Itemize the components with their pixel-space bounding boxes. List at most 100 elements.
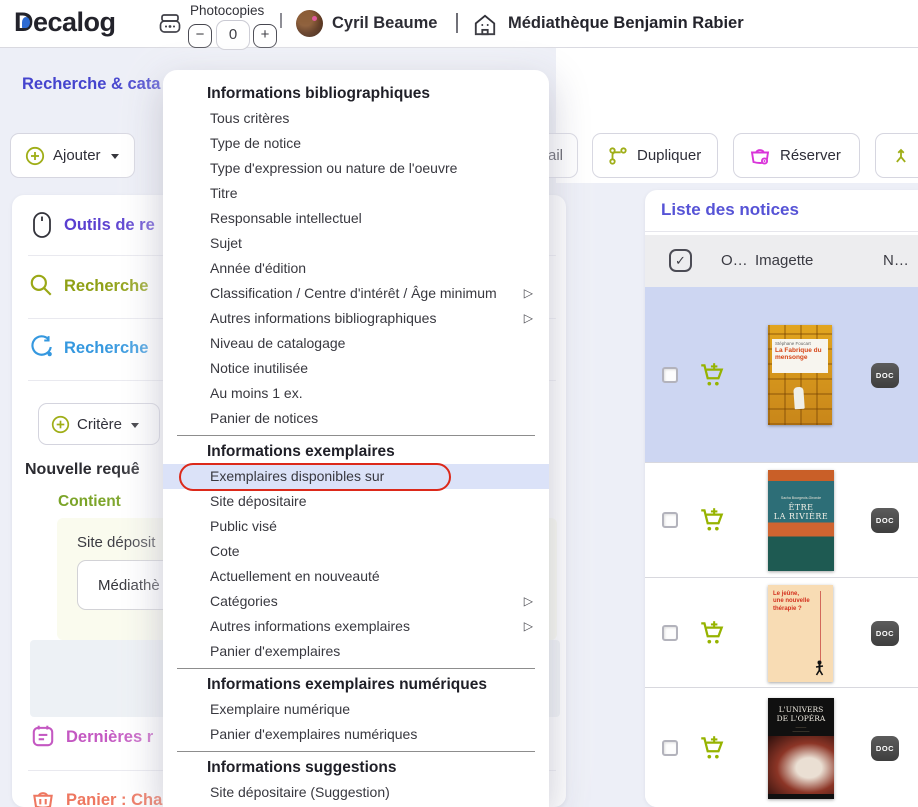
row-checkbox[interactable] — [662, 367, 678, 383]
column-header-o[interactable]: O… — [721, 252, 748, 269]
add-to-cart-icon[interactable] — [698, 506, 726, 533]
user-avatar[interactable] — [296, 10, 323, 37]
menu-item-responsable-intellectuel[interactable]: Responsable intellectuel — [163, 206, 549, 231]
chevron-down-icon — [131, 423, 139, 428]
menu-item-exemplaire-numerique[interactable]: Exemplaire numérique — [163, 697, 549, 722]
menu-item-notice-inutilisee[interactable]: Notice inutilisée — [163, 356, 549, 381]
menu-item-public-vise[interactable]: Public visé — [163, 514, 549, 539]
menu-item-site-depositaire[interactable]: Site dépositaire — [163, 489, 549, 514]
menu-section-header: Informations exemplaires numériques — [163, 673, 549, 697]
row-checkbox[interactable] — [662, 625, 678, 641]
app-window: Decalog Photocopies − 0 + Cyril Beaume — [0, 0, 918, 807]
section-dernieres-recherches[interactable]: Dernières r — [66, 728, 153, 747]
fusionner-button-fragment[interactable]: F — [875, 133, 918, 178]
section-recherche-simple[interactable]: Recherche — [64, 277, 148, 296]
submenu-arrow-icon: ▷ — [524, 589, 533, 614]
menu-item-panier-exemplaires[interactable]: Panier d'exemplaires — [163, 639, 549, 664]
notices-title: Liste des notices — [661, 200, 799, 220]
branch-icon — [607, 145, 629, 167]
menu-item-type-de-notice[interactable]: Type de notice — [163, 131, 549, 156]
photocopies-increment-button[interactable]: + — [253, 24, 277, 48]
doc-badge: DOC — [871, 736, 899, 761]
menu-item-titre[interactable]: Titre — [163, 181, 549, 206]
divider — [645, 231, 918, 232]
menu-item-categories[interactable]: Catégories ▷ — [163, 589, 549, 614]
menu-item-actuellement-en-nouveaute[interactable]: Actuellement en nouveauté — [163, 564, 549, 589]
ajouter-label: Ajouter — [53, 147, 101, 164]
reserver-label: Réserver — [780, 147, 841, 164]
header-separator — [280, 13, 282, 28]
section-recherche-avancee[interactable]: Recherche — [64, 339, 148, 358]
menu-divider — [177, 435, 535, 436]
menu-item-autres-infos-exemplaires[interactable]: Autres informations exemplaires ▷ — [163, 614, 549, 639]
critere-label: Critère — [77, 416, 122, 433]
contient-label: Contient — [58, 493, 121, 511]
menu-item-autres-infos-biblio[interactable]: Autres informations bibliographiques ▷ — [163, 306, 549, 331]
menu-item-au-moins-1-ex[interactable]: Au moins 1 ex. — [163, 381, 549, 406]
tab-recherche-catalogage[interactable]: Recherche & cata — [22, 75, 161, 94]
notices-panel: Liste des notices ✓ O… Imagette N… Stéph — [645, 190, 918, 807]
menu-section-header: Informations suggestions — [163, 756, 549, 780]
library-site-name[interactable]: Médiathèque Benjamin Rabier — [508, 14, 744, 33]
menu-section-header: Informations bibliographiques — [163, 82, 549, 106]
book-cover[interactable]: Sacha Bourgeois-Gironde ÊTRE LA RIVIÈRE — [768, 470, 834, 571]
add-to-cart-icon[interactable] — [698, 619, 726, 646]
row-checkbox[interactable] — [662, 512, 678, 528]
plus-circle-icon — [51, 415, 70, 434]
logo-d-mark: D — [14, 7, 33, 38]
cover-title: Le jeûne, une nouvelle thérapie ? — [773, 591, 810, 614]
plus-circle-icon — [25, 146, 45, 166]
doc-badge: DOC — [871, 621, 899, 646]
submenu-arrow-icon: ▷ — [524, 281, 533, 306]
menu-item-site-depositaire-suggestion[interactable]: Site dépositaire (Suggestion) — [163, 780, 549, 805]
dupliquer-button[interactable]: Dupliquer — [592, 133, 718, 178]
menu-item-sujet[interactable]: Sujet — [163, 231, 549, 256]
menu-item-annee-edition[interactable]: Année d'édition — [163, 256, 549, 281]
menu-item-classification[interactable]: Classification / Centre d'intérêt / Âge … — [163, 281, 549, 306]
search-icon — [28, 272, 54, 298]
section-panier-chariot[interactable]: Panier : Cha — [66, 791, 162, 807]
book-cover[interactable]: Le jeûne, une nouvelle thérapie ? — [768, 585, 833, 682]
add-to-cart-icon[interactable] — [698, 361, 726, 388]
column-header-imagette[interactable]: Imagette — [755, 252, 813, 269]
doc-badge: DOC — [871, 363, 899, 388]
cover-figure — [793, 386, 805, 409]
column-header-n[interactable]: N… — [883, 252, 909, 269]
add-to-cart-icon[interactable] — [698, 734, 726, 761]
menu-item-exemplaires-disponibles-sur[interactable]: Exemplaires disponibles sur — [163, 464, 549, 489]
mouse-icon — [30, 211, 54, 239]
ajouter-button[interactable]: Ajouter — [10, 133, 135, 178]
submenu-arrow-icon: ▷ — [524, 614, 533, 639]
notepad-icon — [30, 723, 56, 749]
decalog-logo[interactable]: Decalog — [14, 7, 116, 38]
site-depositaire-label: Site déposit — [77, 534, 155, 551]
cover-figure — [814, 660, 825, 676]
select-all-checkbox[interactable]: ✓ — [669, 249, 692, 272]
menu-item-panier-exemplaires-numeriques[interactable]: Panier d'exemplaires numériques — [163, 722, 549, 747]
reserver-button[interactable]: Réserver — [733, 133, 860, 178]
dupliquer-label: Dupliquer — [637, 147, 701, 164]
book-cover[interactable]: Stéphane Foucart La Fabrique du mensonge — [768, 325, 832, 425]
user-name[interactable]: Cyril Beaume — [332, 14, 437, 33]
menu-item-niveau-catalogage[interactable]: Niveau de catalogage — [163, 331, 549, 356]
book-cover[interactable]: L'UNIVERS DE L'OPÉRA ───────────── — [768, 698, 834, 799]
menu-item-cote[interactable]: Cote — [163, 539, 549, 564]
photocopies-count-input[interactable]: 0 — [216, 20, 250, 50]
cover-photo — [768, 736, 834, 794]
table-row[interactable]: Stéphane Foucart La Fabrique du mensonge… — [645, 287, 918, 462]
menu-item-type-expression[interactable]: Type d'expression ou nature de l'oeuvre — [163, 156, 549, 181]
submenu-arrow-icon: ▷ — [524, 306, 533, 331]
menu-item-tous-criteres[interactable]: Tous critères — [163, 106, 549, 131]
table-row[interactable]: Sacha Bourgeois-Gironde ÊTRE LA RIVIÈRE … — [645, 462, 918, 577]
logo-text: ecalog — [33, 7, 116, 37]
section-outils-de-recherche[interactable]: Outils de re — [64, 216, 155, 235]
cover-author: Sacha Bourgeois-Gironde — [768, 496, 834, 500]
menu-divider — [177, 668, 535, 669]
critere-button[interactable]: Critère — [38, 403, 160, 445]
photocopies-decrement-button[interactable]: − — [188, 24, 212, 48]
app-header: Decalog Photocopies − 0 + Cyril Beaume — [0, 0, 918, 48]
row-checkbox[interactable] — [662, 740, 678, 756]
table-row[interactable]: Le jeûne, une nouvelle thérapie ? DOC — [645, 577, 918, 687]
menu-item-panier-de-notices[interactable]: Panier de notices — [163, 406, 549, 431]
table-row[interactable]: L'UNIVERS DE L'OPÉRA ───────────── DOC — [645, 687, 918, 807]
